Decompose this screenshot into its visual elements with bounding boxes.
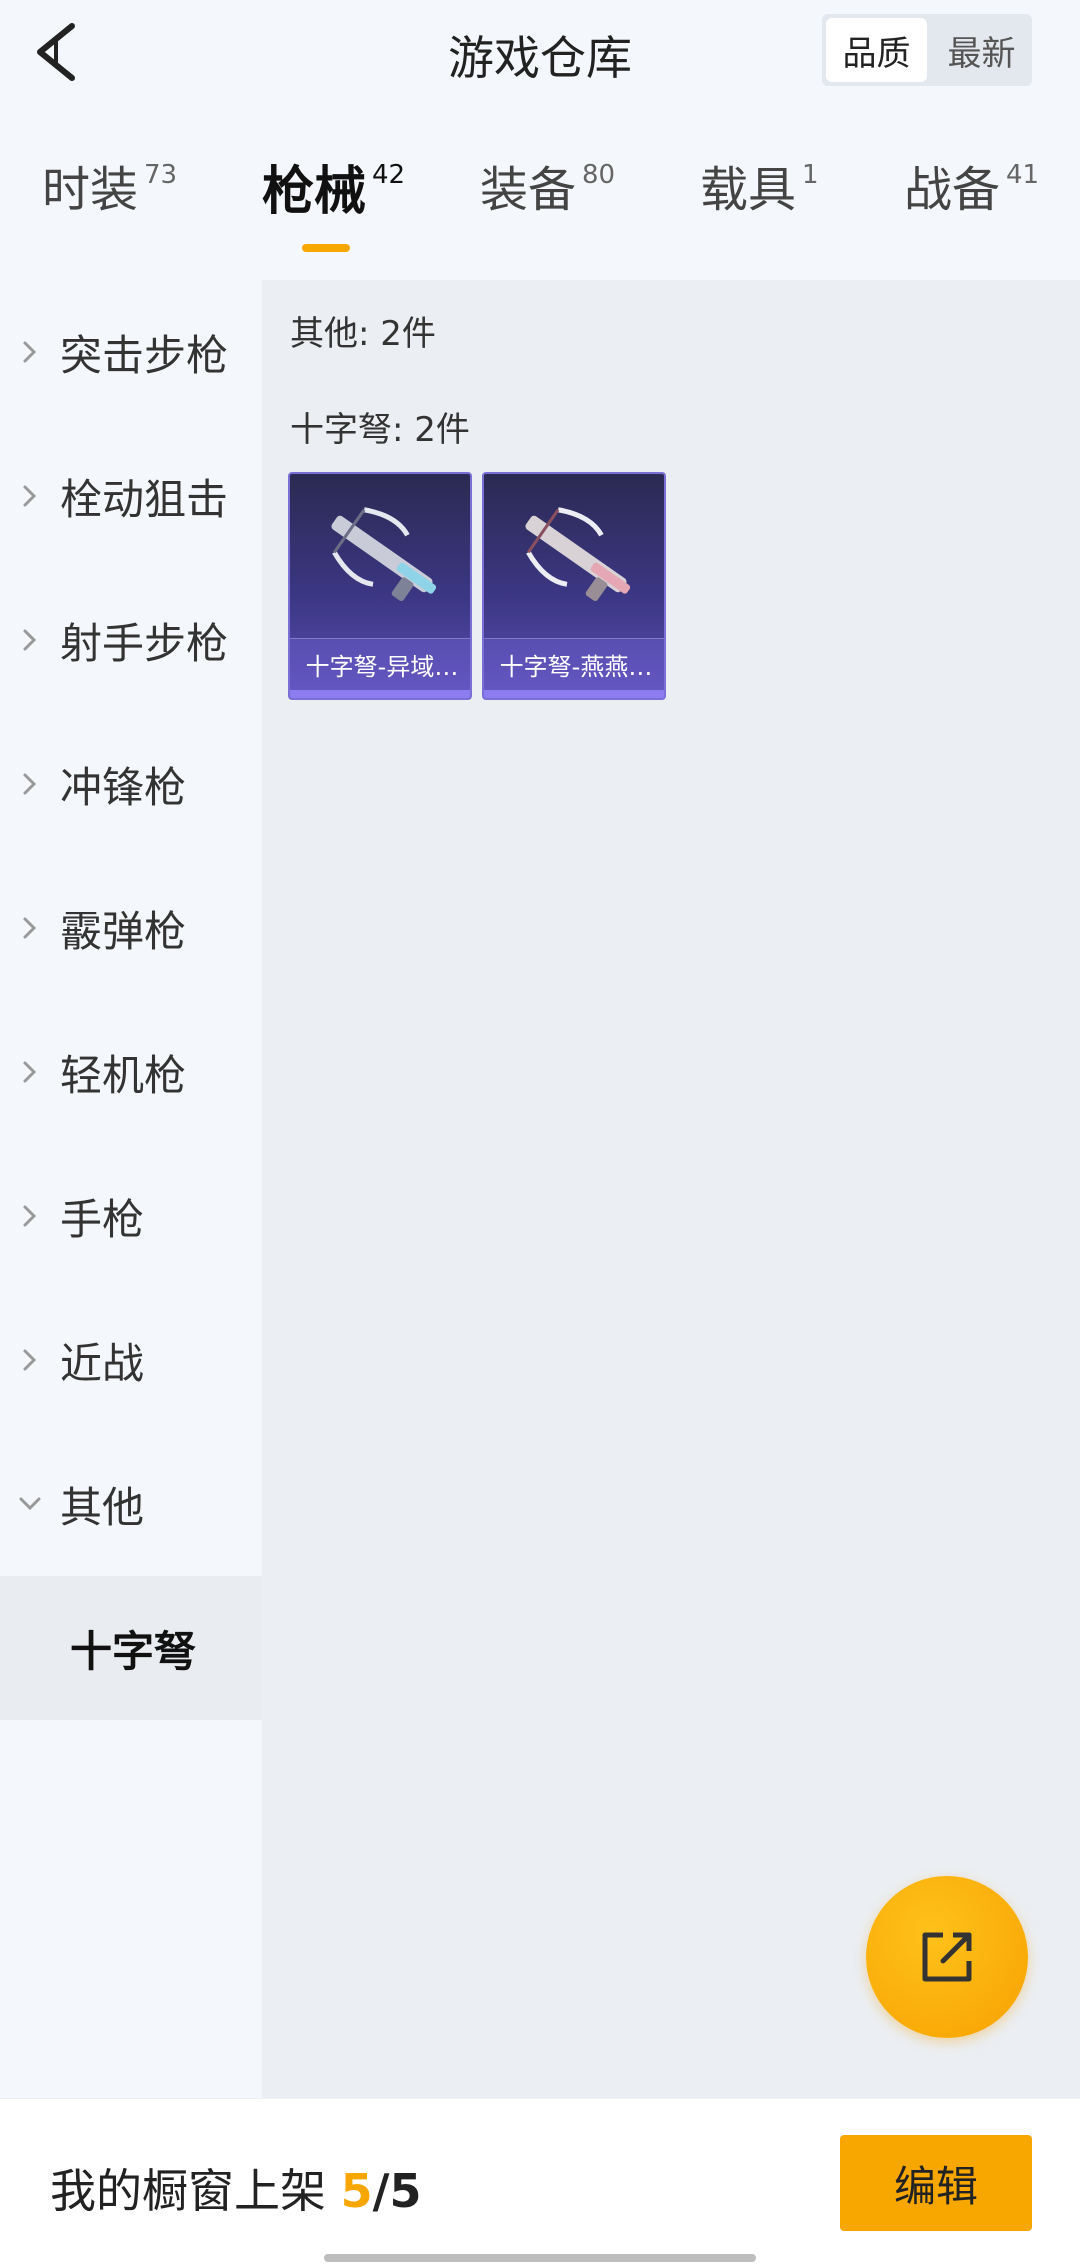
- sort-toggle: 品质 最新: [822, 14, 1032, 86]
- home-indicator[interactable]: [324, 2254, 756, 2262]
- external-link-icon: [922, 1932, 972, 1982]
- chevron-down-icon: [0, 1432, 60, 1576]
- sidebar: 突击步枪 栓动狙击 射手步枪 冲锋枪 霰弹枪 轻机枪 手枪 近战 其他 十字弩: [0, 280, 262, 2098]
- chevron-right-icon: [0, 568, 60, 712]
- sidebar-item-other[interactable]: 其他: [0, 1432, 262, 1576]
- sidebar-item-label: 冲锋枪: [60, 762, 187, 812]
- item-card[interactable]: 十字弩-燕燕…: [482, 472, 666, 700]
- tab-supplies[interactable]: 战备 41: [904, 160, 1039, 262]
- active-tab-indicator: [302, 244, 350, 252]
- sidebar-item-smg[interactable]: 冲锋枪: [0, 712, 262, 856]
- sidebar-item-pistol[interactable]: 手枪: [0, 1144, 262, 1288]
- page: 游戏仓库 品质 最新 时装 73 枪械 42 装备 80 载具 1 战备 41: [0, 0, 1080, 2267]
- sort-option-newest[interactable]: 最新: [931, 14, 1032, 86]
- showcase-status: 我的橱窗上架 5/5: [50, 2155, 421, 2221]
- bottom-bar: 我的橱窗上架 5/5 编辑: [0, 2098, 1080, 2267]
- tab-count: 42: [372, 160, 406, 190]
- showcase-separator: /: [372, 2164, 390, 2218]
- sidebar-item-label: 栓动狙击: [60, 474, 229, 524]
- header: 游戏仓库 品质 最新: [0, 0, 1080, 104]
- tab-label: 战备: [904, 162, 1001, 218]
- crossbow-icon: [331, 507, 437, 601]
- chevron-right-icon: [0, 1288, 60, 1432]
- tab-count: 80: [582, 160, 616, 190]
- sidebar-item-assault-rifle[interactable]: 突击步枪: [0, 280, 262, 424]
- item-name: 十字弩-燕燕…: [484, 638, 664, 690]
- chevron-right-icon: [0, 712, 60, 856]
- tab-label: 枪械: [262, 162, 367, 222]
- group-count-label: 其他: 2件: [290, 314, 436, 354]
- sidebar-item-label: 轻机枪: [60, 1050, 187, 1100]
- sidebar-item-label: 射手步枪: [60, 618, 229, 668]
- share-button[interactable]: [866, 1876, 1028, 2038]
- sidebar-item-marksman-rifle[interactable]: 射手步枪: [0, 568, 262, 712]
- sidebar-item-melee[interactable]: 近战: [0, 1288, 262, 1432]
- sidebar-item-label: 突击步枪: [60, 330, 229, 380]
- tab-count: 73: [144, 160, 178, 190]
- tab-label: 载具: [700, 162, 797, 218]
- content-area: 其他: 2件 十字弩: 2件 十字弩-异域… 十字弩-燕燕…: [262, 280, 1080, 2098]
- showcase-total: 5: [389, 2164, 422, 2218]
- sidebar-item-label: 霰弹枪: [60, 906, 187, 956]
- chevron-right-icon: [0, 856, 60, 1000]
- sidebar-item-label: 近战: [60, 1338, 145, 1388]
- edit-button[interactable]: 编辑: [840, 2135, 1032, 2231]
- tab-label: 装备: [480, 162, 577, 218]
- sidebar-item-label: 其他: [60, 1482, 145, 1532]
- subgroup-count-label: 十字弩: 2件: [290, 410, 470, 450]
- tab-label: 时装: [42, 162, 139, 218]
- chevron-right-icon: [0, 424, 60, 568]
- rarity-bar: [484, 690, 664, 698]
- chevron-right-icon: [0, 1000, 60, 1144]
- sidebar-item-label: 手枪: [60, 1194, 145, 1244]
- sidebar-item-bolt-sniper[interactable]: 栓动狙击: [0, 424, 262, 568]
- showcase-count: 5: [340, 2164, 373, 2218]
- sidebar-subitem-label: 十字弩: [70, 1626, 197, 1676]
- crossbow-icon: [525, 507, 631, 601]
- tab-fashion[interactable]: 时装 73: [42, 160, 177, 262]
- chevron-right-icon: [0, 1144, 60, 1288]
- tab-count: 41: [1006, 160, 1040, 190]
- item-name: 十字弩-异域…: [290, 638, 470, 690]
- sidebar-item-lmg[interactable]: 轻机枪: [0, 1000, 262, 1144]
- chevron-right-icon: [0, 280, 60, 424]
- category-tabs: 时装 73 枪械 42 装备 80 载具 1 战备 41: [0, 160, 1080, 262]
- item-card[interactable]: 十字弩-异域…: [288, 472, 472, 700]
- sort-option-quality[interactable]: 品质: [826, 18, 927, 82]
- sidebar-subitem-crossbow[interactable]: 十字弩: [0, 1576, 262, 1720]
- rarity-bar: [290, 690, 470, 698]
- sidebar-item-shotgun[interactable]: 霰弹枪: [0, 856, 262, 1000]
- tab-count: 1: [802, 160, 819, 190]
- tab-vehicles[interactable]: 载具 1: [700, 160, 819, 262]
- tab-equipment[interactable]: 装备 80: [480, 160, 615, 262]
- showcase-label: 我的橱窗上架: [50, 2164, 326, 2218]
